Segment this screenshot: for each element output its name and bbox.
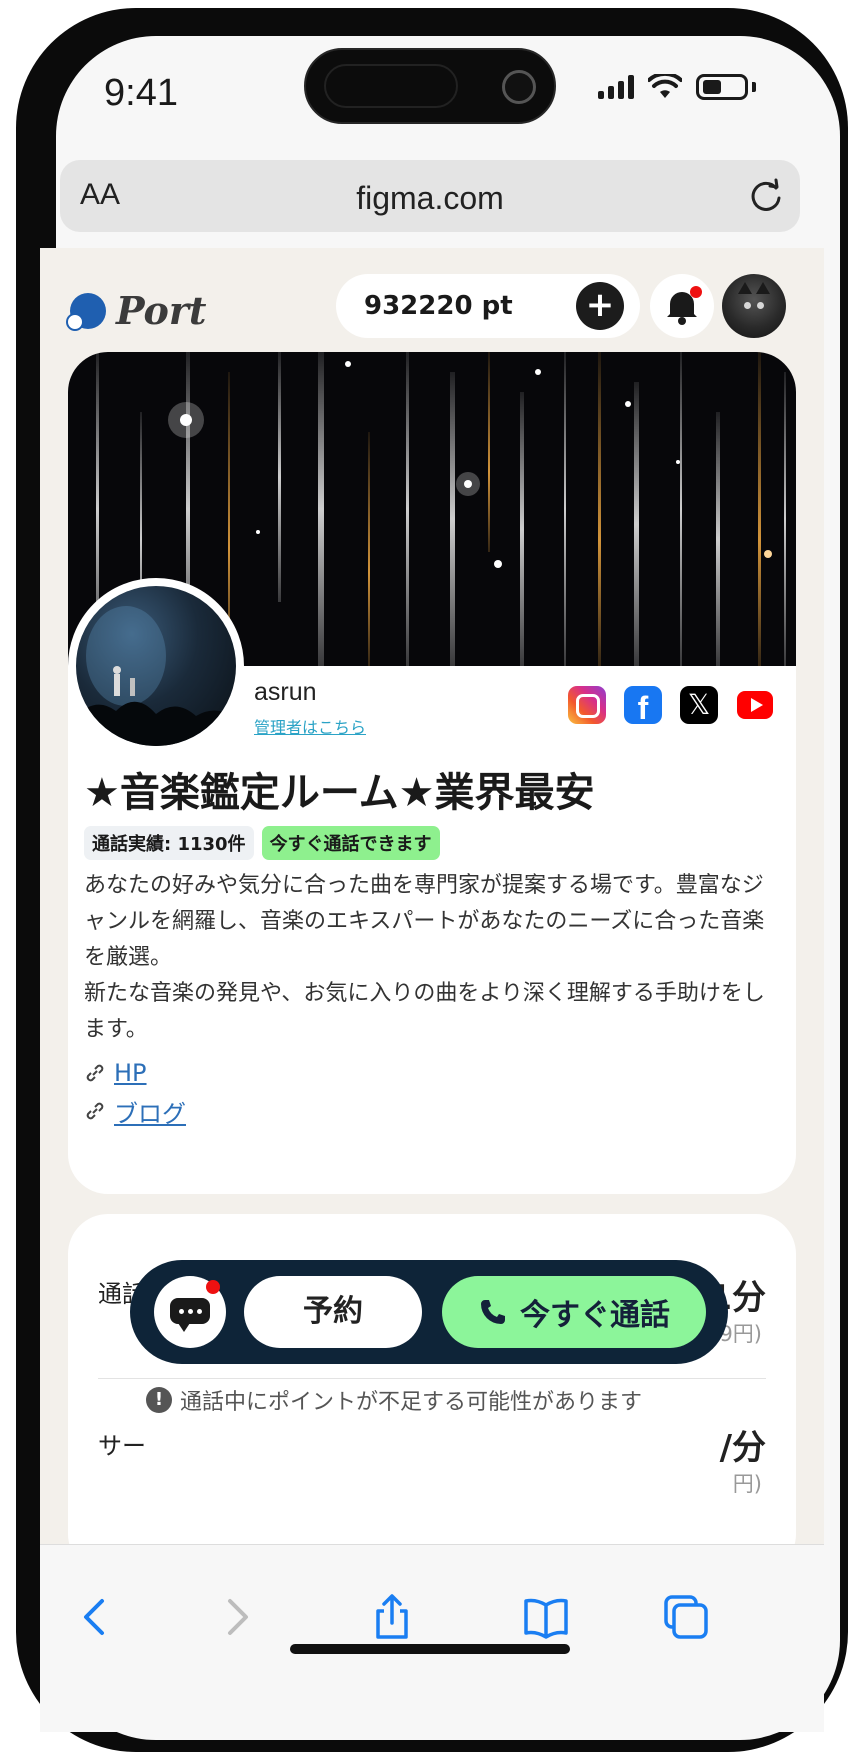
external-links: HP ブログ (84, 1054, 186, 1130)
avatar-eye (744, 302, 751, 309)
x-icon[interactable]: 𝕏 (680, 686, 718, 724)
availability-badge: 今すぐ通話できます (261, 826, 440, 860)
battery-cap (752, 82, 756, 92)
avatar-ear (738, 282, 752, 294)
reload-icon[interactable] (746, 176, 786, 216)
forward-icon[interactable] (210, 1591, 262, 1643)
room-description: あなたの好みや気分に合った曲を専門家が提案する場です。豊富なジャンルを網羅し、音… (84, 873, 765, 1042)
points-warning: ! 通話中にポイントが不足する可能性があります (146, 1384, 642, 1416)
home-indicator (290, 1644, 570, 1654)
link-icon (86, 1064, 104, 1082)
link-blog[interactable]: ブログ (84, 1092, 186, 1130)
avatar-eye (757, 302, 764, 309)
address-bar[interactable]: AA figma.com (60, 160, 800, 232)
room-title: ★音楽鑑定ルーム★業界最安 (84, 770, 595, 816)
service-fee-value: /分 (719, 1428, 766, 1468)
badges: 通話実績: 1130件 今すぐ通話できます (84, 826, 440, 860)
share-icon[interactable] (366, 1591, 418, 1643)
camera-icon (502, 70, 536, 104)
chat-icon (170, 1298, 210, 1332)
phone-icon (481, 1300, 505, 1324)
dynamic-island (304, 48, 556, 124)
profile-avatar[interactable] (68, 578, 244, 754)
points-balance: 932220 pt + (336, 274, 640, 338)
link-icon (86, 1102, 104, 1120)
avatar-ear (756, 282, 770, 294)
chat-button[interactable] (154, 1276, 226, 1348)
divider (98, 1378, 766, 1379)
url-text[interactable]: figma.com (60, 180, 800, 217)
add-points-button[interactable]: + (576, 282, 624, 330)
notification-button[interactable] (650, 274, 714, 338)
hp-link[interactable]: HP (114, 1059, 147, 1087)
signal-icon (598, 75, 634, 99)
back-icon[interactable] (70, 1591, 122, 1643)
reserve-button[interactable]: 予約 (244, 1276, 422, 1348)
points-value: 932220 pt (364, 291, 513, 321)
alert-icon: ! (146, 1387, 172, 1413)
social-links: f 𝕏 (568, 686, 774, 726)
bell-icon (667, 292, 697, 325)
battery-icon (696, 74, 748, 100)
blog-link[interactable]: ブログ (114, 1094, 186, 1129)
facebook-icon[interactable]: f (624, 686, 662, 726)
warning-text: 通話中にポイントが不足する可能性があります (180, 1390, 643, 1415)
wifi-icon (648, 74, 682, 98)
logo-mark (66, 292, 106, 331)
status-time: 9:41 (104, 72, 178, 114)
host-name: asrun (254, 678, 317, 706)
link-hp[interactable]: HP (84, 1054, 186, 1092)
service-fee-label: サー (98, 1432, 146, 1460)
port-logo[interactable]: Port (66, 288, 207, 333)
tabs-icon[interactable] (660, 1591, 712, 1643)
instagram-icon[interactable] (568, 686, 606, 724)
island-pill (324, 64, 458, 108)
call-now-button[interactable]: 今すぐ通話 (442, 1276, 706, 1348)
floating-action-bar: 予約 今すぐ通話 (130, 1260, 728, 1364)
admin-link[interactable]: 管理者はこちら (254, 714, 366, 738)
user-avatar[interactable] (722, 274, 786, 338)
profile-card: asrun 管理者はこちら f 𝕏 ★音楽鑑定ルーム★業界最安 通話実績: 11… (68, 352, 796, 1194)
browser-toolbar (40, 1544, 824, 1732)
status-icons (598, 72, 756, 102)
web-page: Port 932220 pt + asrun 管理者はこちら f 𝕏 ★音楽鑑定… (40, 248, 824, 1544)
logo-text: Port (116, 288, 207, 333)
chat-unread-dot (206, 1280, 220, 1294)
notification-dot (690, 286, 702, 298)
service-fee-tax: 円) (732, 1472, 762, 1496)
concert-photo (76, 606, 236, 746)
call-record-badge: 通話実績: 1130件 (84, 826, 254, 860)
youtube-icon[interactable] (736, 686, 774, 724)
call-now-label: 今すぐ通話 (520, 1298, 670, 1333)
bookmarks-icon[interactable] (520, 1591, 572, 1643)
